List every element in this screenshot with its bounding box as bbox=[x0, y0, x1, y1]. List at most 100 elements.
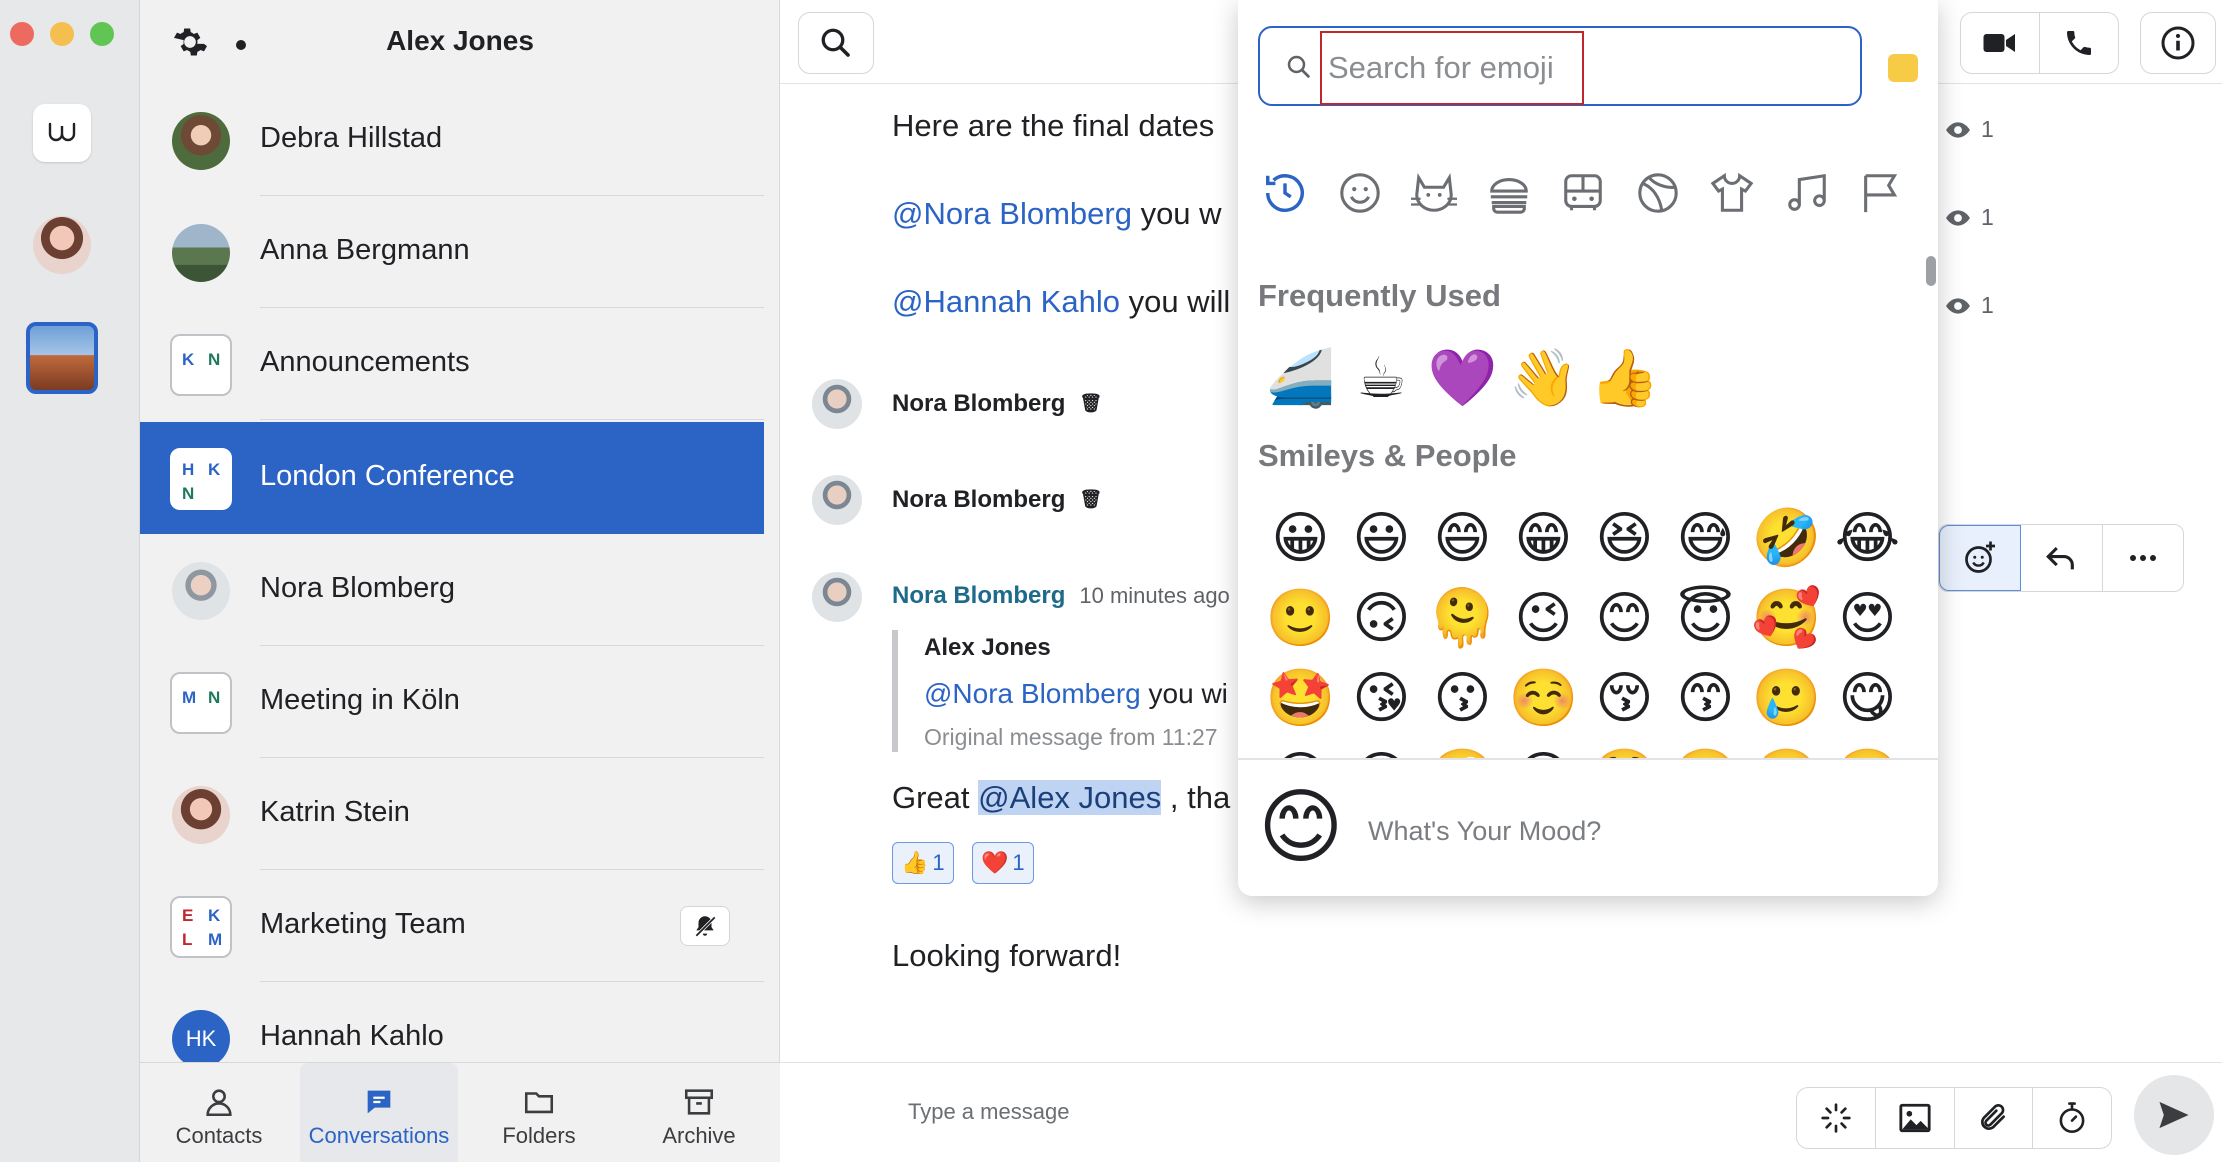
quoted-message[interactable]: Alex Jones @Nora Blomberg you wi Origina… bbox=[892, 630, 1272, 752]
image-upload-button[interactable] bbox=[1876, 1088, 1955, 1148]
mention-self-highlight[interactable]: @Alex Jones bbox=[978, 780, 1162, 815]
group-avatar: M N bbox=[170, 672, 232, 734]
emoji-button[interactable]: ☕ bbox=[1341, 338, 1422, 418]
message-input[interactable]: Type a message bbox=[908, 1099, 1069, 1125]
wire-logo-icon[interactable] bbox=[33, 104, 91, 162]
attach-file-button[interactable] bbox=[1955, 1088, 2034, 1148]
emoji-button[interactable]: 😗 bbox=[1422, 658, 1503, 738]
video-call-button[interactable] bbox=[1960, 12, 2040, 74]
add-reaction-button[interactable] bbox=[1939, 525, 2022, 591]
more-options-button[interactable] bbox=[2103, 525, 2183, 591]
flags-flag-icon[interactable] bbox=[1854, 166, 1908, 220]
smiley-category-icon[interactable] bbox=[1333, 166, 1387, 220]
emoji-button[interactable]: 🥰 bbox=[1746, 578, 1827, 658]
activity-ball-icon[interactable] bbox=[1631, 166, 1685, 220]
emoji-button[interactable]: 🤩 bbox=[1260, 658, 1341, 738]
window-minimize-button[interactable] bbox=[50, 22, 74, 46]
read-receipt[interactable]: 1 bbox=[1945, 204, 1994, 231]
reaction-thumbs-up[interactable]: 👍 1 bbox=[892, 842, 954, 884]
muted-bell-icon[interactable] bbox=[680, 906, 730, 946]
mention-link[interactable]: @Hannah Kahlo bbox=[892, 284, 1120, 319]
food-burger-icon[interactable] bbox=[1482, 166, 1536, 220]
reply-button[interactable] bbox=[2021, 525, 2103, 591]
emoji-category-bar bbox=[1258, 166, 1918, 226]
emoji-button[interactable]: 😚 bbox=[1584, 658, 1665, 738]
animals-cat-icon[interactable] bbox=[1407, 166, 1461, 220]
conversation-item[interactable]: E K L M Marketing Team bbox=[140, 870, 764, 982]
account-rail bbox=[0, 0, 140, 1162]
paperclip-icon bbox=[1981, 1103, 2006, 1130]
emoji-button[interactable]: ☺️ bbox=[1503, 658, 1584, 738]
conversation-item[interactable]: M N Meeting in Köln bbox=[140, 646, 764, 758]
emoji-button[interactable]: 😘 bbox=[1341, 658, 1422, 738]
read-receipt[interactable]: 1 bbox=[1945, 116, 1994, 143]
avatar[interactable] bbox=[812, 572, 862, 622]
ping-button[interactable] bbox=[1797, 1088, 1876, 1148]
emoji-button[interactable]: 😀 bbox=[1260, 498, 1341, 578]
emoji-button[interactable]: 😁 bbox=[1503, 498, 1584, 578]
skin-tone-selector[interactable] bbox=[1888, 54, 1918, 82]
emoji-button[interactable]: 😋 bbox=[1827, 658, 1908, 738]
conversation-item[interactable]: Anna Bergmann bbox=[140, 196, 764, 308]
tab-conversations[interactable]: Conversations bbox=[300, 1063, 458, 1162]
emoji-button[interactable]: 😍 bbox=[1827, 578, 1908, 658]
symbols-music-icon[interactable] bbox=[1780, 166, 1834, 220]
emoji-button[interactable]: 😇 bbox=[1665, 578, 1746, 658]
conversation-name: Meeting in Köln bbox=[260, 684, 460, 716]
message-text: Great @Alex Jones , tha bbox=[892, 780, 1231, 815]
emoji-button[interactable]: 🙂 bbox=[1260, 578, 1341, 658]
emoji-button[interactable]: 😆 bbox=[1584, 498, 1665, 578]
emoji-button[interactable]: 🫠 bbox=[1422, 578, 1503, 658]
ping-icon bbox=[1821, 1103, 1851, 1133]
emoji-button[interactable]: 👋 bbox=[1503, 338, 1584, 418]
mood-emoji-button[interactable]: 😊 bbox=[1258, 778, 1343, 878]
window-close-button[interactable] bbox=[10, 22, 34, 46]
sender-name[interactable]: Nora Blomberg 10 minutes ago bbox=[892, 582, 1230, 610]
search-button[interactable] bbox=[798, 12, 874, 74]
read-receipt[interactable]: 1 bbox=[1945, 292, 1994, 319]
emoji-button[interactable]: 😃 bbox=[1341, 498, 1422, 578]
emoji-button[interactable]: 🚄 bbox=[1260, 338, 1341, 418]
conversation-item[interactable]: Nora Blomberg bbox=[140, 534, 764, 646]
window-zoom-button[interactable] bbox=[90, 22, 114, 46]
send-button[interactable] bbox=[2134, 1075, 2214, 1155]
emoji-button[interactable]: 😅 bbox=[1665, 498, 1746, 578]
objects-shirt-icon[interactable] bbox=[1705, 166, 1759, 220]
picker-scrollbar-thumb[interactable] bbox=[1926, 256, 1936, 286]
emoji-button[interactable]: 😉 bbox=[1503, 578, 1584, 658]
group-avatar: K N bbox=[170, 334, 232, 396]
tab-contacts[interactable]: Contacts bbox=[140, 1063, 298, 1162]
emoji-button[interactable]: 😙 bbox=[1665, 658, 1746, 738]
team-account-avatar[interactable] bbox=[26, 322, 98, 394]
emoji-button[interactable]: 😂 bbox=[1827, 498, 1908, 578]
emoji-button[interactable]: 🥲 bbox=[1746, 658, 1827, 738]
frequently-used-heading: Frequently Used bbox=[1258, 278, 1501, 313]
timed-message-button[interactable] bbox=[2033, 1088, 2111, 1148]
conversation-info-button[interactable] bbox=[2140, 12, 2216, 74]
message-text: @Nora Blomberg you w bbox=[892, 196, 1222, 231]
emoji-button[interactable]: 😄 bbox=[1422, 498, 1503, 578]
avatar[interactable] bbox=[812, 379, 862, 429]
emoji-button[interactable]: 👍 bbox=[1584, 338, 1665, 418]
audio-call-button[interactable] bbox=[2039, 12, 2119, 74]
conversation-item[interactable]: Katrin Stein bbox=[140, 758, 764, 870]
emoji-button[interactable]: 🙃 bbox=[1341, 578, 1422, 658]
emoji-button[interactable]: 🤣 bbox=[1746, 498, 1827, 578]
emoji-button[interactable]: 💜 bbox=[1422, 338, 1503, 418]
avatar[interactable] bbox=[812, 475, 862, 525]
conversation-item[interactable]: K N Announcements bbox=[140, 308, 764, 420]
timer-icon bbox=[2059, 1102, 2085, 1134]
conversation-name: Nora Blomberg bbox=[260, 572, 456, 604]
mention-link[interactable]: @Nora Blomberg bbox=[892, 196, 1132, 231]
tab-folders[interactable]: Folders bbox=[460, 1063, 618, 1162]
conversation-item-active[interactable]: H K N London Conference bbox=[140, 422, 764, 534]
account-avatar[interactable] bbox=[33, 216, 91, 274]
travel-bus-icon[interactable] bbox=[1556, 166, 1610, 220]
tab-archive[interactable]: Archive bbox=[620, 1063, 778, 1162]
conversation-name: Hannah Kahlo bbox=[260, 1020, 444, 1052]
conversation-item[interactable]: Debra Hillstad bbox=[140, 84, 764, 196]
emoji-button[interactable]: 😊 bbox=[1584, 578, 1665, 658]
reaction-heart[interactable]: ❤️ 1 bbox=[972, 842, 1034, 884]
emoji-search-input[interactable] bbox=[1320, 31, 1584, 105]
recent-clock-icon[interactable] bbox=[1258, 166, 1312, 220]
